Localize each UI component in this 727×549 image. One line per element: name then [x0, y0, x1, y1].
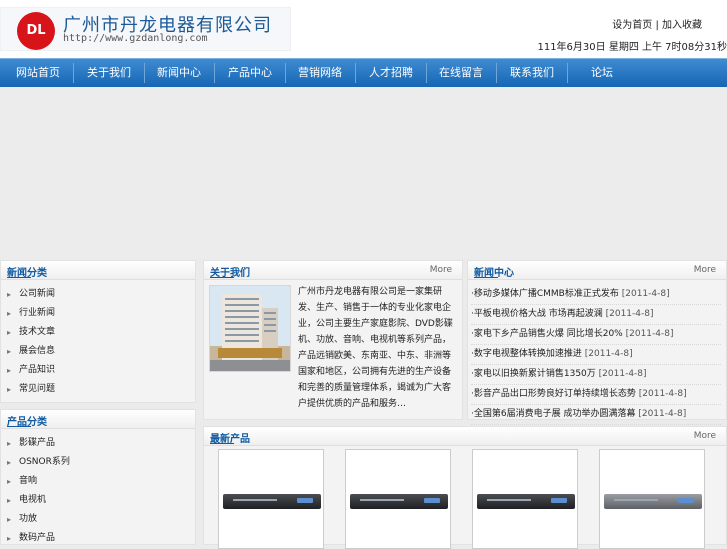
- news-category-item[interactable]: 展会信息: [7, 342, 55, 361]
- top-links: 设为首页 | 加入收藏: [612, 16, 702, 31]
- news-item[interactable]: ·数字电视整体转换加速推进 [2011-4-8]: [471, 345, 721, 365]
- news-panel: 新闻中心 More ·移动多媒体广播CMMB标准正式发布 [2011-4-8] …: [467, 260, 727, 425]
- product-card[interactable]: [599, 449, 705, 549]
- product-category-item[interactable]: 影碟产品: [7, 434, 70, 453]
- news-date: [2011-4-8]: [598, 369, 647, 379]
- set-homepage-link[interactable]: 设为首页: [612, 20, 652, 31]
- product-category-item[interactable]: 音响: [7, 472, 70, 491]
- news-headline: ·家电下乡产品销售火爆 同比增长20%: [471, 329, 623, 339]
- news-headline: ·平板电视价格大战 市场再起波澜: [471, 309, 603, 319]
- banner-area: [0, 87, 727, 259]
- news-category-item[interactable]: 产品知识: [7, 361, 55, 380]
- about-title: 关于我们: [210, 264, 250, 279]
- panel-header: 最新产品 More: [204, 427, 726, 446]
- news-headline: ·全国第6届消费电子展 成功举办圆满落幕: [471, 409, 636, 419]
- nav-item-contact[interactable]: 联系我们: [497, 59, 567, 87]
- product-category-panel: 产品分类 影碟产品 OSNOR系列 音响 电视机 功放 数码产品: [0, 409, 196, 548]
- news-item[interactable]: ·全国第6届消费电子展 成功举办圆满落幕 [2011-4-8]: [471, 405, 721, 425]
- main-nav: 网站首页 关于我们 新闻中心 产品中心 营销网络 人才招聘 在线留言 联系我们 …: [0, 58, 727, 88]
- company-building-image[interactable]: [209, 285, 291, 372]
- news-list: ·移动多媒体广播CMMB标准正式发布 [2011-4-8] ·平板电视价格大战 …: [471, 285, 721, 425]
- product-category-item[interactable]: 数码产品: [7, 529, 70, 548]
- news-date: [2011-4-8]: [638, 389, 687, 399]
- about-more-link[interactable]: More: [430, 265, 452, 275]
- news-date: [2011-4-8]: [625, 329, 674, 339]
- news-headline: ·移动多媒体广播CMMB标准正式发布: [471, 289, 619, 299]
- news-item[interactable]: ·家电下乡产品销售火爆 同比增长20% [2011-4-8]: [471, 325, 721, 345]
- products-more-link[interactable]: More: [694, 431, 716, 441]
- news-category-item[interactable]: 技术文章: [7, 323, 55, 342]
- news-category-list: 公司新闻 行业新闻 技术文章 展会信息 产品知识 常见问题: [7, 285, 55, 399]
- about-panel: 关于我们 More 广州市丹龙电器有限公司是一家集研发、生产、销售于一体的专业化…: [203, 260, 463, 420]
- product-category-item[interactable]: 功放: [7, 510, 70, 529]
- product-category-list: 影碟产品 OSNOR系列 音响 电视机 功放 数码产品: [7, 434, 70, 548]
- products-panel: 最新产品 More: [203, 426, 727, 549]
- about-description: 广州市丹龙电器有限公司是一家集研发、生产、销售于一体的专业化家电企业，公司主要生…: [298, 287, 453, 409]
- logo-badge: DL: [17, 12, 55, 50]
- dvd-player-image: [604, 494, 702, 509]
- product-card[interactable]: [345, 449, 451, 549]
- news-item[interactable]: ·移动多媒体广播CMMB标准正式发布 [2011-4-8]: [471, 285, 721, 305]
- company-logo[interactable]: DL 广州市丹龙电器有限公司 http://www.gzdanlong.com: [0, 7, 291, 51]
- add-favorite-link[interactable]: 加入收藏: [662, 20, 702, 31]
- panel-header: 关于我们 More: [204, 261, 462, 280]
- dvd-player-image: [350, 494, 448, 509]
- nav-item-about[interactable]: 关于我们: [74, 59, 144, 87]
- nav-item-network[interactable]: 营销网络: [285, 59, 355, 87]
- news-category-item[interactable]: 行业新闻: [7, 304, 55, 323]
- dvd-player-image: [477, 494, 575, 509]
- products-title: 最新产品: [210, 430, 250, 445]
- product-category-title: 产品分类: [7, 413, 47, 428]
- news-date: [2011-4-8]: [638, 409, 687, 419]
- news-date: [2011-4-8]: [621, 289, 670, 299]
- product-card[interactable]: [218, 449, 324, 549]
- nav-item-home[interactable]: 网站首页: [3, 59, 73, 87]
- product-card[interactable]: [472, 449, 578, 549]
- site-header: DL 广州市丹龙电器有限公司 http://www.gzdanlong.com …: [0, 0, 727, 58]
- nav-item-news[interactable]: 新闻中心: [144, 59, 214, 87]
- dvd-player-image: [223, 494, 321, 509]
- product-category-item[interactable]: 电视机: [7, 491, 70, 510]
- news-date: [2011-4-8]: [584, 349, 633, 359]
- nav-item-forum[interactable]: 论坛: [567, 59, 637, 87]
- news-headline: ·影音产品出口形势良好订单持续增长态势: [471, 389, 636, 399]
- panel-header: 新闻中心 More: [468, 261, 726, 280]
- company-url: http://www.gzdanlong.com: [63, 33, 208, 44]
- news-category-item[interactable]: 公司新闻: [7, 285, 55, 304]
- news-date: [2011-4-8]: [605, 309, 654, 319]
- news-item[interactable]: ·影音产品出口形势良好订单持续增长态势 [2011-4-8]: [471, 385, 721, 405]
- news-headline: ·数字电视整体转换加速推进: [471, 349, 582, 359]
- nav-item-message[interactable]: 在线留言: [426, 59, 496, 87]
- news-headline: ·家电以旧换新累计销售1350万: [471, 369, 596, 379]
- panel-header: 产品分类: [1, 410, 195, 429]
- current-datetime: 111年6月30日 星期四 上午 7时08分31秒: [537, 42, 727, 53]
- news-category-item[interactable]: 常见问题: [7, 380, 55, 399]
- news-category-title: 新闻分类: [7, 264, 47, 279]
- product-category-item[interactable]: OSNOR系列: [7, 453, 70, 472]
- news-title: 新闻中心: [474, 264, 514, 279]
- news-category-panel: 新闻分类 公司新闻 行业新闻 技术文章 展会信息 产品知识 常见问题: [0, 260, 196, 403]
- nav-item-jobs[interactable]: 人才招聘: [356, 59, 426, 87]
- panel-header: 新闻分类: [1, 261, 195, 280]
- news-item[interactable]: ·平板电视价格大战 市场再起波澜 [2011-4-8]: [471, 305, 721, 325]
- news-item[interactable]: ·家电以旧换新累计销售1350万 [2011-4-8]: [471, 365, 721, 385]
- news-more-link[interactable]: More: [694, 265, 716, 275]
- building-illustration: [210, 286, 290, 371]
- nav-item-products[interactable]: 产品中心: [215, 59, 285, 87]
